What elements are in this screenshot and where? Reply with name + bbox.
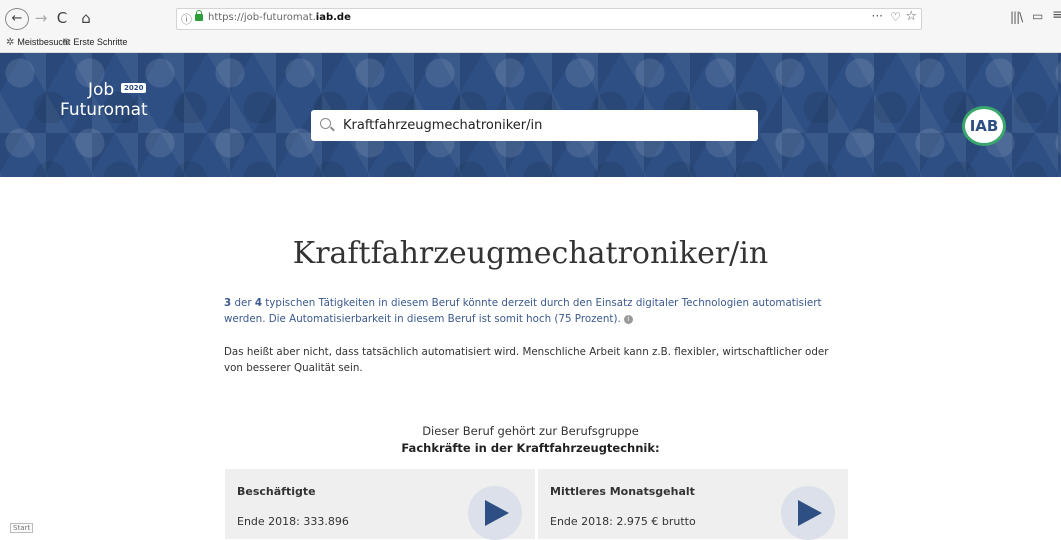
arrow-right-icon[interactable] (468, 486, 522, 540)
job-futuromat-logo[interactable]: Job 2020 Futuromat (60, 80, 170, 144)
automation-note: Das heißt aber nicht, dass tatsächlich a… (224, 346, 829, 374)
info-icon[interactable]: i (623, 314, 633, 324)
logo-year-badge: 2020 (121, 83, 147, 93)
url-prefix: https://job-futuromat. (208, 12, 316, 23)
url-domain: iab.de (315, 12, 351, 23)
logo-job-text: Job (88, 80, 115, 100)
info-icon[interactable]: ⓘ (181, 11, 192, 27)
forward-button[interactable]: → (34, 7, 48, 29)
hamburger-menu-icon[interactable]: ≡ (1052, 7, 1061, 23)
automation-summary: 3 der 4 typischen Tätigkeiten in diesem … (224, 295, 844, 327)
page-actions-button[interactable]: ··· (872, 9, 883, 23)
summary-text-a: der (231, 297, 255, 309)
back-button[interactable]: ← (5, 8, 29, 30)
bookmark-star-icon[interactable]: ☆ (905, 9, 917, 24)
gear-icon: ✲ (6, 37, 15, 48)
employees-card[interactable]: Beschäftigte Ende 2018: 333.896 (225, 469, 535, 540)
summary-text-b: typischen Tätigkeiten in diesem Beruf kö… (224, 297, 822, 325)
browser-toolbar: ← → C ⌂ ⓘ https://job-futuromat.iab.de ·… (0, 0, 1061, 53)
salary-card[interactable]: Mittleres Monatsgehalt Ende 2018: 2.975 … (538, 469, 848, 540)
bookmark-label: Erste Schritte (73, 37, 128, 47)
library-icon[interactable]: |||\ (1010, 10, 1023, 24)
address-bar[interactable]: ⓘ https://job-futuromat.iab.de ··· ♡ ☆ (176, 8, 922, 30)
home-button[interactable]: ⌂ (78, 7, 94, 29)
card-value: Ende 2018: 333.896 (237, 515, 349, 528)
card-title: Beschäftigte (237, 485, 316, 498)
search-icon (320, 118, 331, 129)
globe-icon: ⊕ (62, 37, 71, 48)
pocket-icon[interactable]: ♡ (890, 10, 901, 24)
url-text[interactable]: https://job-futuromat.iab.de (208, 12, 351, 23)
total-task-count: 4 (254, 297, 262, 309)
bookmark-getting-started[interactable]: ⊕ Erste Schritte (62, 35, 127, 49)
arrow-right-icon[interactable] (781, 486, 835, 540)
search-box[interactable] (311, 110, 758, 141)
card-value: Ende 2018: 2.975 € brutto (550, 515, 696, 528)
card-title: Mittleres Monatsgehalt (550, 485, 695, 498)
bookmark-most-visited[interactable]: ✲ Meistbesucht (6, 35, 70, 49)
search-input[interactable] (343, 110, 743, 141)
page-title: Kraftfahrzeugmechatroniker/in (292, 236, 769, 271)
occupation-group-name: Fachkräfte in der Kraftfahrzeugtechnik: (401, 441, 660, 455)
sidebar-icon[interactable]: ▭ (1032, 9, 1043, 23)
logo-name-text: Futuromat (60, 100, 148, 120)
lock-icon[interactable] (195, 10, 203, 21)
start-button[interactable]: Start (10, 523, 34, 533)
reload-button[interactable]: C (54, 7, 70, 29)
occupation-group-intro: Dieser Beruf gehört zur Berufsgruppe (422, 424, 639, 438)
iab-logo[interactable]: IAB (962, 106, 1006, 146)
